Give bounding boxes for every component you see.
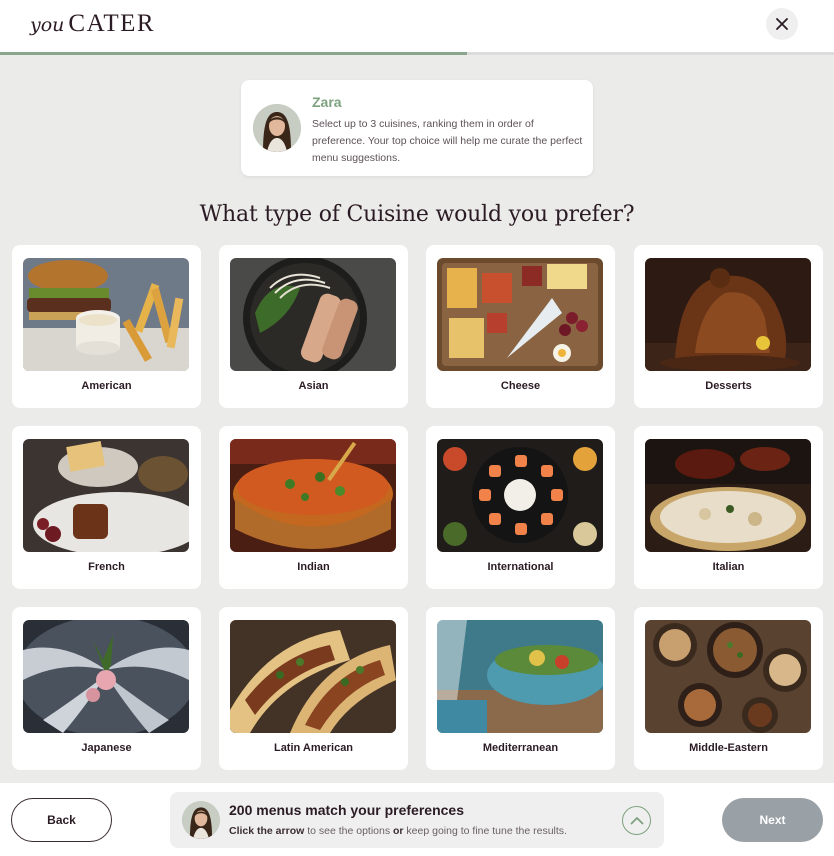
cuisine-card-japanese[interactable]: Japanese xyxy=(12,607,201,770)
brand-logo-name: CATER xyxy=(68,10,156,37)
hint-text-2: keep going to fine tune the results. xyxy=(403,825,567,837)
cuisine-label: Indian xyxy=(297,561,330,573)
cuisine-label: American xyxy=(81,380,132,392)
cuisine-card-mediterranean[interactable]: Mediterranean xyxy=(426,607,615,770)
footer-bar: Back 200 menus match your preferences Cl… xyxy=(0,783,834,856)
cuisine-card-indian[interactable]: Indian xyxy=(219,426,408,589)
cuisine-label: Italian xyxy=(712,561,745,573)
cuisine-label: Asian xyxy=(298,380,329,392)
cuisine-card-american[interactable]: American xyxy=(12,245,201,408)
cuisine-image-french xyxy=(23,439,189,552)
page-title: What type of Cuisine would you prefer? xyxy=(199,202,635,227)
cuisine-card-latin-american[interactable]: Latin American xyxy=(219,607,408,770)
view-menus-arrow-button[interactable] xyxy=(622,806,651,835)
app-header: you CATER xyxy=(0,0,834,52)
cuisine-card-international[interactable]: International xyxy=(426,426,615,589)
cuisine-label: French xyxy=(88,561,125,573)
cuisine-image-desserts xyxy=(645,258,811,371)
cuisine-image-international xyxy=(437,439,603,552)
cuisine-card-italian[interactable]: Italian xyxy=(634,426,823,589)
cuisine-image-japanese xyxy=(23,620,189,733)
cuisine-label: Middle-Eastern xyxy=(689,742,768,754)
cuisine-label: Mediterranean xyxy=(482,742,559,754)
cuisine-image-american xyxy=(23,258,189,371)
chevron-up-icon xyxy=(630,817,643,825)
assistant-avatar-small xyxy=(182,801,220,839)
next-button[interactable]: Next xyxy=(722,798,823,842)
cuisine-card-asian[interactable]: Asian xyxy=(219,245,408,408)
cuisine-image-indian xyxy=(230,439,396,552)
cuisine-label: International xyxy=(487,561,554,573)
assistant-name: Zara xyxy=(312,94,342,110)
cuisine-card-middle-eastern[interactable]: Middle-Eastern xyxy=(634,607,823,770)
assistant-message-text: Select up to 3 cuisines, ranking them in… xyxy=(312,118,583,164)
cuisine-label: Cheese xyxy=(500,380,541,392)
menu-match-count: 200 menus match your preferences xyxy=(229,802,464,818)
progress-bar xyxy=(0,52,834,55)
brand-logo-prefix: you xyxy=(30,14,65,36)
cuisine-image-latin-american xyxy=(230,620,396,733)
cuisine-image-mediterranean xyxy=(437,620,603,733)
cuisine-card-desserts[interactable]: Desserts xyxy=(634,245,823,408)
cuisine-label: Japanese xyxy=(81,742,132,754)
hint-bold-2: or xyxy=(393,825,404,837)
cuisine-card-cheese[interactable]: Cheese xyxy=(426,245,615,408)
assistant-message-card: Zara Select up to 3 cuisines, ranking th… xyxy=(241,80,593,176)
brand-logo[interactable]: you CATER xyxy=(30,10,155,38)
menu-match-hint: Click the arrow to see the options or ke… xyxy=(229,825,567,837)
back-button[interactable]: Back xyxy=(11,798,112,842)
close-button[interactable] xyxy=(766,8,798,40)
cuisine-image-asian xyxy=(230,258,396,371)
progress-bar-fill xyxy=(0,52,468,55)
cuisine-card-french[interactable]: French xyxy=(12,426,201,589)
hint-bold-1: Click the arrow xyxy=(229,825,305,837)
cuisine-image-italian xyxy=(645,439,811,552)
cuisine-label: Latin American xyxy=(273,742,354,754)
cuisine-label: Desserts xyxy=(705,380,752,392)
close-icon xyxy=(776,18,788,30)
cuisine-image-middle-eastern xyxy=(645,620,811,733)
assistant-avatar xyxy=(253,104,301,152)
hint-text-1: to see the options xyxy=(304,825,394,837)
cuisine-image-cheese xyxy=(437,258,603,371)
menu-match-summary: 200 menus match your preferences Click t… xyxy=(170,792,664,848)
